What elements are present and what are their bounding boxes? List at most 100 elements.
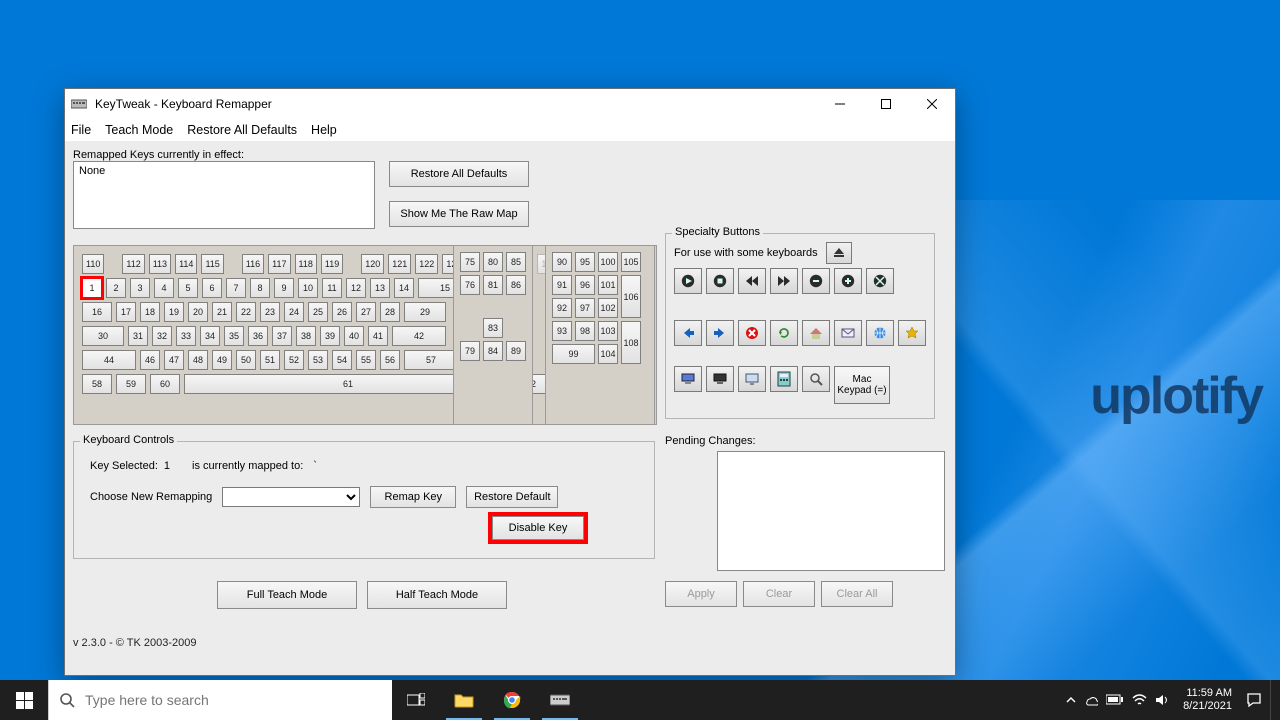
mute-button[interactable] <box>866 268 894 294</box>
key-7[interactable]: 7 <box>226 278 246 298</box>
restore-all-defaults-button[interactable]: Restore All Defaults <box>389 161 529 187</box>
key-80[interactable]: 80 <box>483 252 503 272</box>
key-8[interactable]: 8 <box>250 278 270 298</box>
key-85[interactable]: 85 <box>506 252 526 272</box>
key-29[interactable]: 29 <box>404 302 446 322</box>
restore-default-button[interactable]: Restore Default <box>466 486 558 508</box>
key-90[interactable]: 90 <box>552 252 572 272</box>
key-102[interactable]: 102 <box>598 298 618 318</box>
key-57[interactable]: 57 <box>404 350 458 370</box>
key-112[interactable]: 112 <box>122 254 144 274</box>
key-91[interactable]: 91 <box>552 275 572 295</box>
key-38[interactable]: 38 <box>296 326 316 346</box>
key-33[interactable]: 33 <box>176 326 196 346</box>
mac-keypad-button[interactable]: Mac Keypad (=) <box>834 366 890 404</box>
key-16[interactable]: 16 <box>82 302 112 322</box>
key-54[interactable]: 54 <box>332 350 352 370</box>
taskbar-keytweak[interactable] <box>536 680 584 720</box>
start-button[interactable] <box>0 680 48 720</box>
key-95[interactable]: 95 <box>575 252 595 272</box>
key-2[interactable]: 2 <box>106 278 126 298</box>
titlebar[interactable]: KeyTweak - Keyboard Remapper <box>65 89 955 119</box>
media-prev-button[interactable] <box>738 268 766 294</box>
key-60[interactable]: 60 <box>150 374 180 394</box>
disable-key-button[interactable]: Disable Key <box>492 516 584 540</box>
my-computer-button[interactable] <box>674 366 702 392</box>
key-4[interactable]: 4 <box>154 278 174 298</box>
key-83[interactable]: 83 <box>483 318 503 338</box>
key-50[interactable]: 50 <box>236 350 256 370</box>
key-119[interactable]: 119 <box>321 254 343 274</box>
show-raw-map-button[interactable]: Show Me The Raw Map <box>389 201 529 227</box>
key-121[interactable]: 121 <box>388 254 411 274</box>
key-101[interactable]: 101 <box>598 275 618 295</box>
key-104[interactable]: 104 <box>598 344 618 364</box>
taskbar-file-explorer[interactable] <box>440 680 488 720</box>
key-59[interactable]: 59 <box>116 374 146 394</box>
key-44[interactable]: 44 <box>82 350 136 370</box>
key-49[interactable]: 49 <box>212 350 232 370</box>
key-58[interactable]: 58 <box>82 374 112 394</box>
remap-key-button[interactable]: Remap Key <box>370 486 456 508</box>
power-button[interactable] <box>738 366 766 392</box>
key-12[interactable]: 12 <box>346 278 366 298</box>
key-84[interactable]: 84 <box>483 341 503 361</box>
key-6[interactable]: 6 <box>202 278 222 298</box>
key-53[interactable]: 53 <box>308 350 328 370</box>
key-24[interactable]: 24 <box>284 302 304 322</box>
browser-stop-button[interactable] <box>738 320 766 346</box>
key-19[interactable]: 19 <box>164 302 184 322</box>
menu-restore[interactable]: Restore All Defaults <box>187 123 297 137</box>
key-21[interactable]: 21 <box>212 302 232 322</box>
key-11[interactable]: 11 <box>322 278 342 298</box>
sleep-button[interactable] <box>706 366 734 392</box>
key-86[interactable]: 86 <box>506 275 526 295</box>
key-17[interactable]: 17 <box>116 302 136 322</box>
web-button[interactable] <box>866 320 894 346</box>
key-30[interactable]: 30 <box>82 326 124 346</box>
key-1[interactable]: 1 <box>82 278 102 298</box>
key-117[interactable]: 117 <box>268 254 290 274</box>
menu-teach[interactable]: Teach Mode <box>105 123 173 137</box>
taskbar-search[interactable] <box>48 680 392 720</box>
volume-icon[interactable] <box>1155 693 1169 707</box>
pending-changes-list[interactable] <box>717 451 945 571</box>
key-37[interactable]: 37 <box>272 326 292 346</box>
key-79[interactable]: 79 <box>460 341 480 361</box>
key-81[interactable]: 81 <box>483 275 503 295</box>
key-98[interactable]: 98 <box>575 321 595 341</box>
key-105[interactable]: 105 <box>621 252 641 272</box>
key-32[interactable]: 32 <box>152 326 172 346</box>
key-89[interactable]: 89 <box>506 341 526 361</box>
action-center-icon[interactable] <box>1246 692 1262 708</box>
full-teach-mode-button[interactable]: Full Teach Mode <box>217 581 357 609</box>
key-115[interactable]: 115 <box>201 254 223 274</box>
key-47[interactable]: 47 <box>164 350 184 370</box>
mail-button[interactable] <box>834 320 862 346</box>
favorites-button[interactable] <box>898 320 926 346</box>
key-113[interactable]: 113 <box>149 254 171 274</box>
key-27[interactable]: 27 <box>356 302 376 322</box>
key-26[interactable]: 26 <box>332 302 352 322</box>
key-116[interactable]: 116 <box>242 254 264 274</box>
task-view-button[interactable] <box>392 680 440 720</box>
key-46[interactable]: 46 <box>140 350 160 370</box>
key-75[interactable]: 75 <box>460 252 480 272</box>
key-122[interactable]: 122 <box>415 254 438 274</box>
key-14[interactable]: 14 <box>394 278 414 298</box>
key-22[interactable]: 22 <box>236 302 256 322</box>
key-18[interactable]: 18 <box>140 302 160 322</box>
menu-file[interactable]: File <box>71 123 91 137</box>
specialty-eject-button[interactable] <box>826 242 852 264</box>
clear-all-button[interactable]: Clear All <box>821 581 893 607</box>
key-96[interactable]: 96 <box>575 275 595 295</box>
search-input[interactable] <box>85 692 382 708</box>
key-76[interactable]: 76 <box>460 275 480 295</box>
key-99[interactable]: 99 <box>552 344 595 364</box>
key-114[interactable]: 114 <box>175 254 197 274</box>
key-23[interactable]: 23 <box>260 302 280 322</box>
show-desktop-button[interactable] <box>1270 680 1276 720</box>
calculator-button[interactable] <box>770 366 798 392</box>
clear-button[interactable]: Clear <box>743 581 815 607</box>
close-button[interactable] <box>909 89 955 119</box>
